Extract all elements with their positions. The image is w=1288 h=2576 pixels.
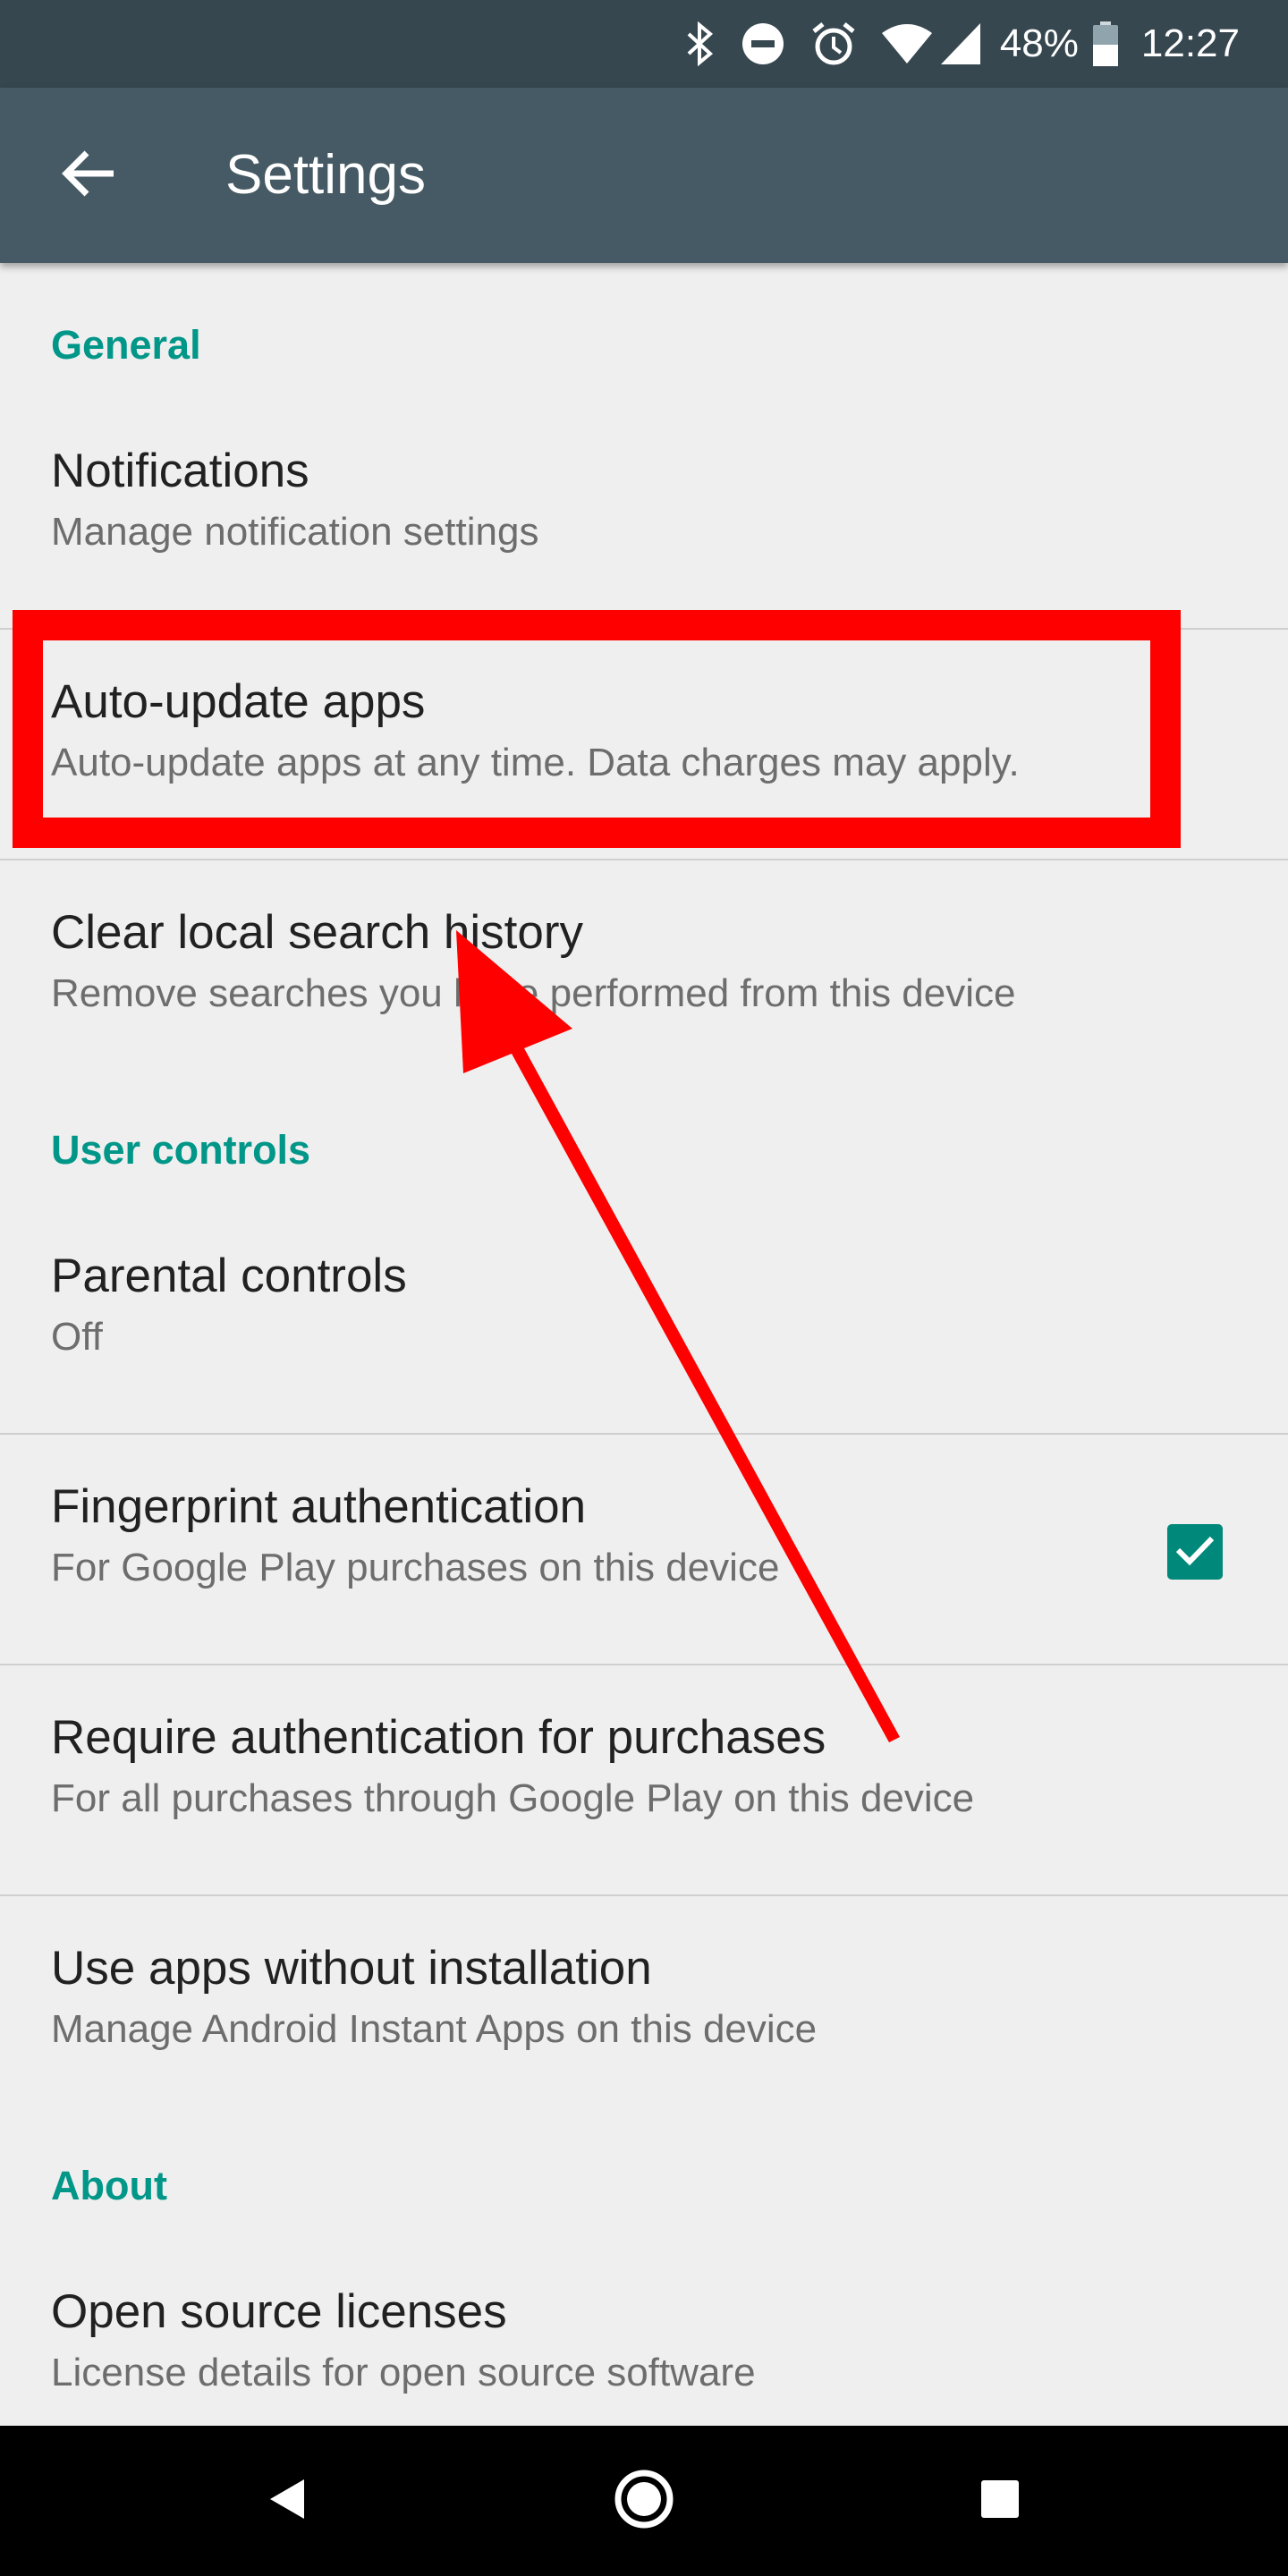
setting-summary: Auto-update apps at any time. Data charg…	[51, 741, 1020, 784]
section-header-user-controls: User controls	[51, 1127, 311, 1173]
setting-summary: Off	[51, 1315, 103, 1359]
setting-title: Clear local search history	[51, 906, 584, 959]
setting-summary: For Google Play purchases on this device	[51, 1546, 780, 1589]
fingerprint-checkbox[interactable]	[1167, 1524, 1223, 1580]
setting-title: Notifications	[51, 445, 309, 497]
nav-recents-button[interactable]	[964, 2465, 1036, 2537]
setting-summary: Manage Android Instant Apps on this devi…	[51, 2007, 818, 2051]
setting-summary: License details for open source software	[51, 2351, 756, 2394]
setting-title: Auto-update apps	[51, 675, 426, 728]
setting-instant-apps[interactable]: Use apps without installation Manage And…	[0, 1896, 1288, 2127]
status-bar: 48% 12:27	[0, 0, 1288, 88]
setting-notifications[interactable]: Notifications Manage notification settin…	[0, 399, 1288, 630]
setting-title: Fingerprint authentication	[51, 1480, 587, 1533]
nav-back-button[interactable]	[250, 2465, 322, 2537]
setting-title: Parental controls	[51, 1250, 407, 1302]
arrow-back-icon	[62, 148, 115, 203]
setting-summary: Manage notification settings	[51, 510, 539, 554]
wifi-icon	[881, 22, 932, 65]
section-header-about: About	[51, 2163, 167, 2208]
do-not-disturb-icon	[741, 21, 785, 66]
setting-summary: For all purchases through Google Play on…	[51, 1776, 975, 1820]
bluetooth-icon	[685, 21, 716, 66]
setting-title: Use apps without installation	[51, 1942, 652, 1995]
setting-title: Require authentication for purchases	[51, 1711, 826, 1764]
battery-percentage: 48%	[999, 21, 1079, 65]
alarm-icon	[810, 21, 857, 67]
navigation-bar	[0, 2426, 1288, 2576]
nav-back-icon	[267, 2478, 306, 2525]
setting-auto-update-apps[interactable]: Auto-update apps Auto-update apps at any…	[0, 630, 1288, 860]
page-title: Settings	[225, 144, 427, 206]
checkmark-icon	[1174, 1533, 1216, 1572]
nav-home-button[interactable]	[608, 2465, 680, 2537]
nav-recents-icon	[979, 2479, 1021, 2524]
setting-title: Open source licenses	[51, 2285, 507, 2338]
app-bar: Settings	[0, 88, 1288, 263]
setting-clear-search-history[interactable]: Clear local search history Remove search…	[0, 860, 1288, 1091]
battery-icon	[1092, 21, 1118, 66]
nav-home-icon	[613, 2468, 675, 2535]
signal-icon	[940, 23, 980, 64]
setting-summary: Remove searches you have performed from …	[51, 971, 1016, 1015]
section-header-general: General	[51, 322, 201, 368]
clock: 12:27	[1140, 21, 1240, 65]
setting-require-authentication[interactable]: Require authentication for purchases For…	[0, 1665, 1288, 1896]
setting-parental-controls[interactable]: Parental controls Off	[0, 1204, 1288, 1435]
back-button[interactable]	[39, 132, 138, 218]
setting-fingerprint-authentication[interactable]: Fingerprint authentication For Google Pl…	[0, 1435, 1288, 1665]
settings-list: General Notifications Manage notificatio…	[0, 263, 1288, 2426]
